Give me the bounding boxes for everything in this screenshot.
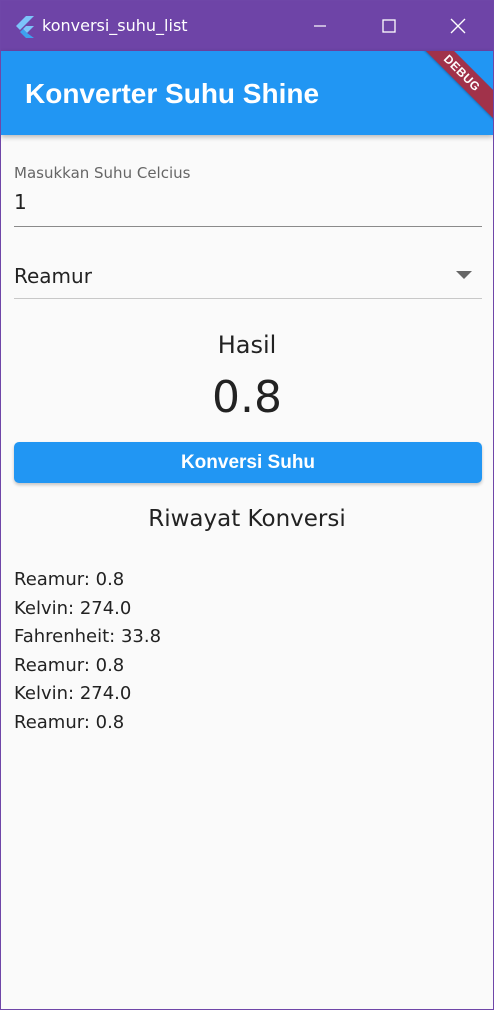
celsius-input-underline	[14, 226, 482, 227]
history-item: Reamur: 0.8	[14, 711, 125, 733]
celsius-input[interactable]	[14, 187, 480, 217]
history-item: Reamur: 0.8	[14, 654, 125, 676]
app-bar: Konverter Suhu Shine DEBUG	[1, 51, 493, 135]
minimize-icon	[314, 25, 326, 27]
unit-dropdown[interactable]: Reamur	[14, 259, 482, 299]
history-item: Reamur: 0.8	[14, 569, 125, 590]
dropdown-arrow-icon	[456, 271, 472, 279]
app-window: konversi_suhu_list Konverter Suhu Shine …	[0, 0, 494, 1010]
history-list: Reamur: 0.8 Kelvin: 274.0 Fahrenheit: 33…	[14, 566, 161, 737]
flutter-logo-icon	[16, 16, 34, 38]
close-icon	[450, 18, 466, 34]
unit-dropdown-underline	[14, 298, 482, 299]
unit-dropdown-value: Reamur	[14, 264, 92, 288]
history-item: Fahrenheit: 33.8	[14, 626, 162, 647]
history-title: Riwayat Konversi	[148, 506, 346, 532]
history-item: Kelvin: 274.0	[14, 597, 132, 619]
result-label: Hasil	[217, 331, 277, 359]
window-titlebar[interactable]: konversi_suhu_list	[1, 1, 493, 51]
history-item: Kelvin: 274.0	[14, 683, 132, 704]
minimize-button[interactable]	[285, 1, 355, 51]
window-title: konversi_suhu_list	[42, 16, 188, 35]
close-button[interactable]	[423, 1, 493, 51]
celsius-input-label: Masukkan Suhu Celcius	[14, 164, 191, 182]
debug-banner: DEBUG	[408, 51, 493, 127]
result-value: 0.8	[212, 372, 282, 423]
page-title: Konverter Suhu Shine	[25, 78, 320, 109]
maximize-icon	[382, 19, 396, 33]
convert-button[interactable]: Konversi Suhu	[14, 442, 482, 483]
maximize-button[interactable]	[354, 1, 424, 51]
